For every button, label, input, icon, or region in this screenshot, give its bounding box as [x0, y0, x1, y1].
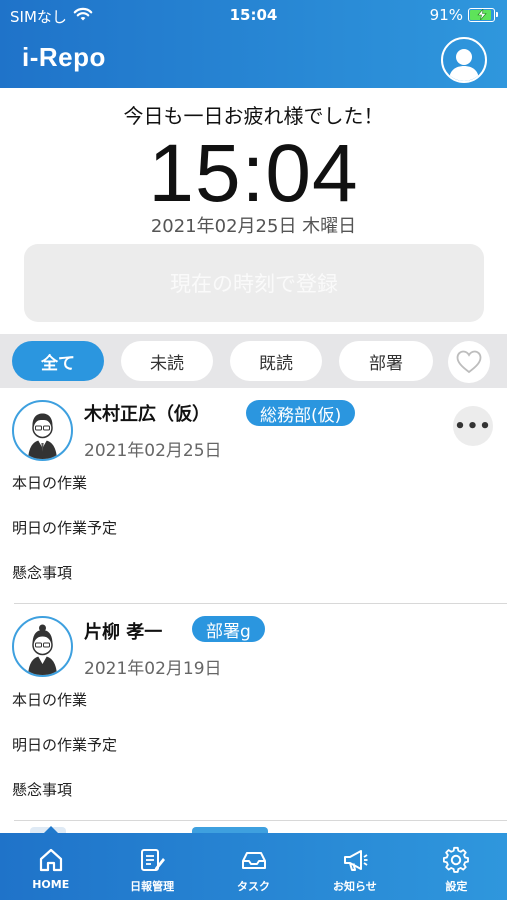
profile-button[interactable] — [441, 37, 487, 83]
report-date: 2021年02月25日 — [84, 441, 222, 461]
tab-label: HOME — [32, 878, 70, 891]
tab-settings[interactable]: 設定 — [406, 833, 507, 900]
report-card[interactable]: 木村正広（仮） 総務部(仮) 2021年02月25日 ••• 本日の作業 明日の… — [0, 388, 507, 606]
megaphone-icon — [343, 850, 368, 871]
field-today-work: 本日の作業 — [12, 691, 88, 709]
department-badge: 部署g — [192, 616, 265, 642]
tab-label: お知らせ — [333, 880, 377, 893]
battery-charging-icon — [468, 8, 498, 22]
filter-all[interactable]: 全て — [12, 341, 104, 381]
author-name: 木村正広（仮） — [84, 404, 210, 425]
field-concerns: 懸念事項 — [12, 781, 73, 799]
filter-department[interactable]: 部署 — [339, 341, 433, 381]
author-name: 片柳 孝一 — [84, 622, 163, 643]
tab-reports[interactable]: 日報管理 — [101, 833, 202, 900]
more-icon: ••• — [454, 415, 492, 437]
gear-icon — [443, 846, 470, 873]
bottom-tab-bar: HOME 日報管理 タスク お知らせ 設定 — [0, 826, 507, 900]
battery-info: 91% — [429, 6, 498, 24]
report-edit-icon — [141, 849, 166, 871]
avatar — [12, 616, 73, 677]
app-title: i-Repo — [22, 42, 106, 72]
tab-label: 日報管理 — [130, 880, 175, 893]
avatar — [12, 400, 73, 461]
tab-label: タスク — [237, 880, 271, 893]
report-card[interactable]: 片柳 孝一 部署g 2021年02月19日 本日の作業 明日の作業予定 懸念事項 — [0, 604, 507, 822]
register-time-button[interactable]: 現在の時刻で登録 — [24, 244, 484, 322]
home-icon — [39, 848, 62, 872]
field-concerns: 懸念事項 — [12, 564, 73, 582]
divider — [14, 820, 507, 821]
filter-bar: 全て 未読 既読 部署 — [0, 334, 507, 388]
tray-icon — [241, 852, 266, 869]
tab-home[interactable]: HOME — [0, 826, 101, 900]
active-tab-indicator — [43, 826, 58, 833]
more-options-button[interactable]: ••• — [453, 406, 493, 446]
greeting-text: 今日も一日お疲れ様でした！ — [123, 104, 384, 128]
user-icon — [449, 49, 479, 81]
department-badge: 総務部(仮) — [246, 400, 356, 426]
person-avatar-icon — [28, 624, 57, 675]
status-bar: SIMなし 15:04 91% — [0, 0, 507, 32]
tab-notices[interactable]: お知らせ — [304, 833, 405, 900]
tab-tasks[interactable]: タスク — [203, 833, 304, 900]
field-tomorrow-plan: 明日の作業予定 — [12, 519, 118, 537]
app-header: SIMなし 15:04 91% i-Repo — [0, 0, 507, 88]
clock-display: 15:04 — [148, 128, 359, 219]
battery-percent: 91% — [429, 6, 463, 24]
favorite-filter-button[interactable] — [448, 341, 490, 383]
person-avatar-icon — [28, 413, 57, 459]
field-tomorrow-plan: 明日の作業予定 — [12, 736, 118, 754]
current-date: 2021年02月25日 木曜日 — [150, 216, 357, 237]
tab-label: 設定 — [445, 880, 468, 893]
filter-read[interactable]: 既読 — [230, 341, 322, 381]
heart-icon — [456, 350, 482, 374]
filter-unread[interactable]: 未読 — [121, 341, 213, 381]
report-date: 2021年02月19日 — [84, 659, 222, 679]
field-today-work: 本日の作業 — [12, 474, 88, 492]
